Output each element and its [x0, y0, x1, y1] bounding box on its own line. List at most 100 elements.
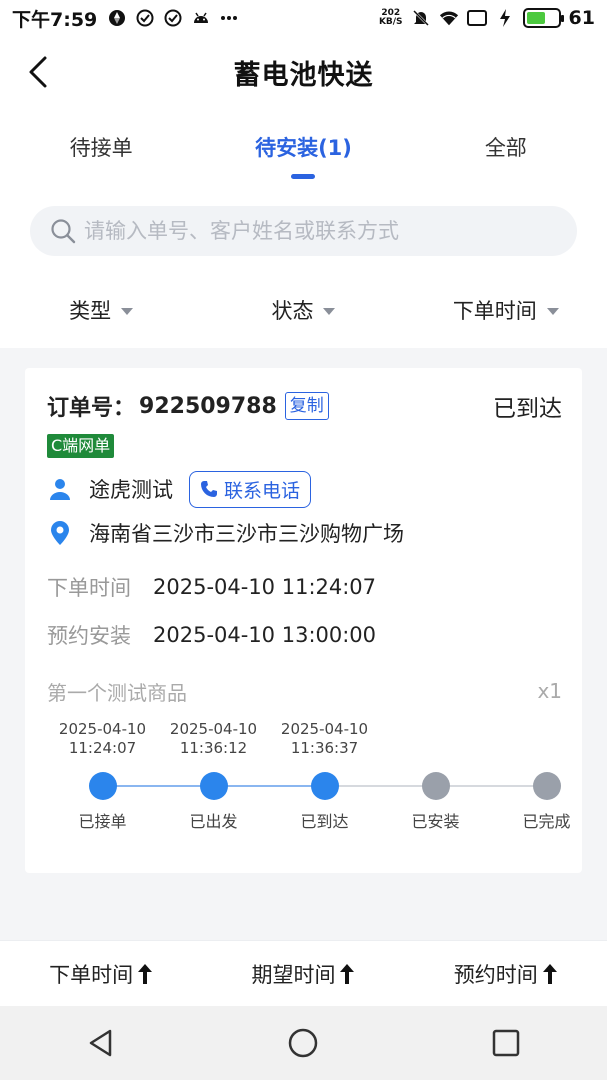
search-icon	[51, 219, 76, 244]
goods-name: 第一个测试商品	[47, 680, 187, 705]
battery-icon	[522, 8, 564, 28]
status-time: 下午7:59	[12, 8, 98, 31]
tab-label: 全部	[484, 136, 527, 160]
address-row: 海南省三沙市三沙市三沙购物广场	[47, 516, 562, 550]
filter-bar: 类型 状态 下单时间	[0, 272, 607, 348]
phone-icon	[201, 481, 217, 497]
tab-pending-install[interactable]: 待安装(1)	[202, 108, 404, 188]
install-time-label: 预约安装	[47, 624, 131, 648]
timeline-time: 11:36:12	[179, 739, 248, 757]
timeline-step: 2025-04-10 11:24:07 已接单	[47, 720, 158, 832]
sort-appointment-time[interactable]: 预约时间	[405, 959, 607, 989]
timeline-dot	[421, 772, 450, 800]
filter-label: 状态	[271, 299, 314, 323]
arrow-up-icon	[340, 963, 355, 984]
system-navigation-bar	[0, 1006, 607, 1080]
filter-label: 下单时间	[452, 299, 537, 323]
timeline-date: 2025-04-10	[58, 720, 147, 738]
timeline-dot	[310, 772, 339, 800]
address-text: 海南省三沙市三沙市三沙购物广场	[89, 522, 404, 546]
timeline-step: 已安装	[380, 720, 491, 832]
sort-order-time[interactable]: 下单时间	[0, 959, 202, 989]
mute-bell-icon	[411, 8, 431, 28]
order-progress-timeline: 2025-04-10 11:24:07 已接单 2025-04-10 11:36…	[47, 720, 571, 850]
order-time-row: 下单时间 2025-04-10 11:24:07	[47, 572, 562, 602]
nav-home-button[interactable]	[273, 1013, 333, 1073]
sort-label: 预约时间	[453, 962, 538, 987]
app-header: 蓄电池快送	[0, 36, 607, 108]
filter-type[interactable]: 类型	[0, 295, 202, 325]
timeline-dot	[199, 772, 228, 800]
chevron-left-icon	[29, 56, 47, 88]
timeline-dot	[88, 772, 117, 800]
tab-all[interactable]: 全部	[405, 108, 607, 188]
sort-label: 期望时间	[251, 962, 336, 987]
check-circle-icon	[163, 8, 183, 28]
timeline-time: 11:24:07	[68, 739, 137, 757]
arrow-up-icon	[138, 963, 153, 984]
charging-bolt-icon	[495, 8, 515, 28]
status-bar: 下午7:59 202 KB/S 61	[0, 0, 607, 36]
square-recent-icon	[492, 1029, 520, 1057]
nav-back-button[interactable]	[71, 1013, 131, 1073]
search-section	[0, 188, 607, 272]
search-box[interactable]	[30, 206, 577, 256]
install-time-row: 预约安装 2025-04-10 13:00:00	[47, 620, 562, 650]
timeline-step: 已完成	[491, 720, 602, 832]
triangle-back-icon	[89, 1029, 112, 1057]
timeline-time: 11:36:37	[290, 739, 359, 757]
timeline-label: 已完成	[522, 812, 571, 831]
call-button[interactable]: 联系电话	[189, 470, 312, 508]
caret-down-icon	[546, 308, 559, 315]
order-time-value: 2025-04-10 11:24:07	[153, 575, 377, 599]
timeline-dot	[532, 772, 561, 800]
back-button[interactable]	[20, 54, 56, 90]
page-title: 蓄电池快送	[233, 59, 374, 91]
more-dots-icon	[219, 8, 239, 28]
order-source-tag: C端网单	[47, 434, 115, 458]
timeline-datetime: 2025-04-10 11:36:12	[158, 720, 269, 758]
order-status: 已到达	[493, 396, 562, 422]
notification-icons	[107, 8, 239, 28]
timeline-datetime: 2025-04-10 11:24:07	[47, 720, 158, 758]
sort-expected-time[interactable]: 期望时间	[202, 959, 404, 989]
goods-row: 第一个测试商品 x1	[47, 676, 562, 706]
copy-button[interactable]: 复制	[284, 392, 329, 420]
check-circle-icon	[135, 8, 155, 28]
timeline-label: 已接单	[78, 812, 127, 831]
search-input[interactable]	[84, 219, 557, 243]
goods-quantity: x1	[537, 679, 562, 703]
filter-order-time[interactable]: 下单时间	[405, 295, 607, 325]
timeline-datetime	[491, 720, 602, 758]
tab-pending-accept[interactable]: 待接单	[0, 108, 202, 188]
timeline-datetime: 2025-04-10 11:36:37	[269, 720, 380, 758]
timeline-label: 已安装	[411, 812, 460, 831]
order-number: 922509788	[139, 393, 277, 419]
call-label: 联系电话	[224, 479, 301, 502]
screen-icon	[466, 8, 487, 28]
android-icon	[191, 8, 211, 28]
install-time-value: 2025-04-10 13:00:00	[153, 623, 377, 647]
order-card[interactable]: 订单号： 922509788 复制 已到达 C端网单 途虎测试 联系电话 海南省…	[25, 368, 582, 873]
order-tabs: 待接单 待安装(1) 全部	[0, 108, 607, 188]
nav-recent-button[interactable]	[476, 1013, 536, 1073]
tab-indicator	[291, 174, 316, 179]
person-icon	[47, 476, 73, 502]
caret-down-icon	[121, 308, 134, 315]
timeline-date: 2025-04-10	[169, 720, 258, 738]
timeline-label: 已出发	[189, 812, 238, 831]
timeline-step: 2025-04-10 11:36:37 已到达	[269, 720, 380, 832]
aperture-icon	[107, 8, 127, 28]
filter-status[interactable]: 状态	[202, 295, 404, 325]
battery-fill	[526, 12, 545, 24]
net-speed: 202 KB/S	[379, 9, 403, 27]
timeline-date: 2025-04-10	[280, 720, 369, 738]
wifi-icon	[439, 8, 459, 28]
battery-level: 61	[568, 7, 595, 29]
circle-home-icon	[289, 1028, 318, 1058]
arrow-up-icon	[542, 963, 557, 984]
timeline-step: 2025-04-10 11:36:12 已出发	[158, 720, 269, 832]
order-time-label: 下单时间	[47, 576, 131, 600]
tab-label: 待接单	[69, 136, 133, 160]
tab-label: 待安装(1)	[255, 136, 352, 160]
